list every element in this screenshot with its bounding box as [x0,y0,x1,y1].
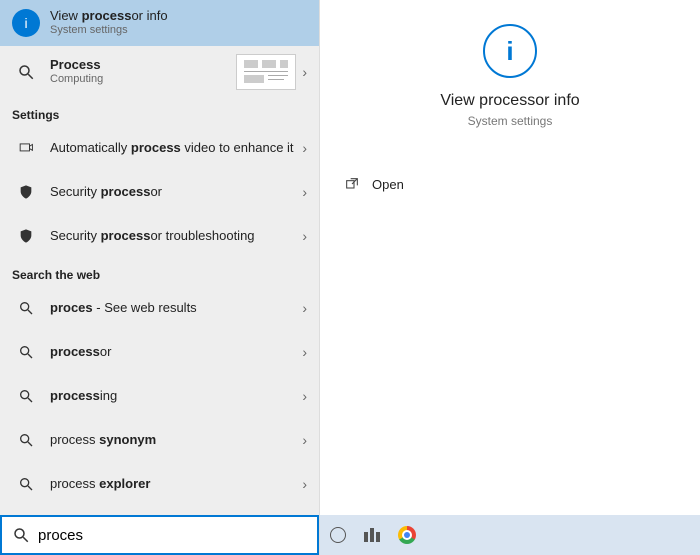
chevron-right-icon: › [302,300,307,316]
shield-icon [12,184,40,200]
web-item[interactable]: process explorer› [0,462,319,506]
cortana-icon[interactable] [330,527,346,543]
search-icon [12,432,40,448]
search-box[interactable] [0,515,319,555]
chevron-right-icon: › [302,184,307,200]
search-icon [12,63,40,81]
section-settings: Settings [0,98,319,126]
web-item[interactable]: process synonym› [0,418,319,462]
settings-item[interactable]: Automatically process video to enhance i… [0,126,319,170]
chrome-icon[interactable] [398,526,416,544]
search-icon [12,476,40,492]
info-icon: i [12,9,40,37]
chevron-right-icon: › [302,64,307,80]
taskbar [320,515,700,555]
search-icon [12,388,40,404]
web-item[interactable]: processor› [0,330,319,374]
preview-title: View processor info [320,92,700,110]
chevron-right-icon: › [302,432,307,448]
preview-panel: i View processor info System settings Op… [320,0,700,555]
chevron-right-icon: › [302,140,307,156]
chevron-right-icon: › [302,388,307,404]
open-icon [344,176,360,192]
open-button[interactable]: Open [344,176,700,192]
video-icon [12,141,40,155]
search-results-panel: i View processor info System settings Pr… [0,0,320,555]
settings-item[interactable]: Security processor› [0,170,319,214]
search-icon [12,526,30,544]
preview-subtitle: System settings [320,114,700,128]
search-input[interactable] [38,527,307,544]
chevron-right-icon: › [302,476,307,492]
result-process[interactable]: Process Computing › [0,46,319,98]
web-item[interactable]: processing› [0,374,319,418]
result-top[interactable]: i View processor info System settings [0,0,319,46]
search-icon [12,300,40,316]
info-icon: i [483,24,537,78]
chevron-right-icon: › [302,344,307,360]
task-view-icon[interactable] [364,528,380,542]
search-icon [12,344,40,360]
web-item[interactable]: proces - See web results› [0,286,319,330]
section-web: Search the web [0,258,319,286]
settings-item[interactable]: Security processor troubleshooting› [0,214,319,258]
chevron-right-icon: › [302,228,307,244]
wiki-thumbnail [236,54,296,90]
shield-icon [12,228,40,244]
web-item[interactable]: process lasso› [0,506,319,515]
